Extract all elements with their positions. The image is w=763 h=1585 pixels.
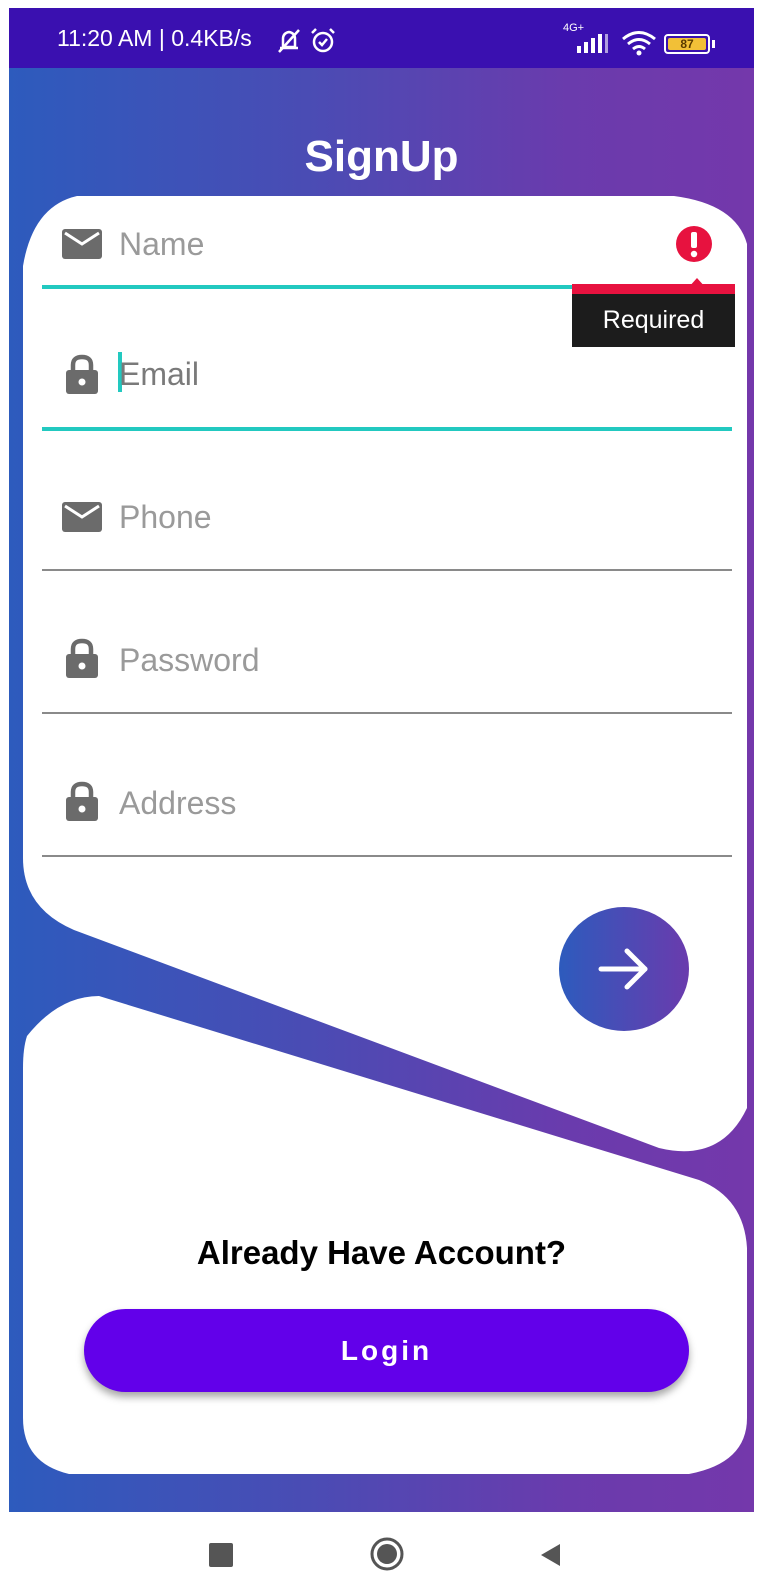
already-have-account-text: Already Have Account?	[196, 1234, 567, 1271]
email-underline	[42, 427, 732, 431]
lock-icon	[66, 781, 98, 821]
address-field[interactable]: Address	[42, 781, 732, 861]
back-icon[interactable]	[538, 1542, 564, 1568]
battery-level: 87	[680, 37, 694, 51]
home-icon[interactable]	[369, 1536, 405, 1572]
arrow-right-icon	[598, 948, 648, 990]
phone-underline	[42, 569, 732, 571]
login-button-label: Login	[340, 1335, 433, 1366]
recents-icon[interactable]	[209, 1543, 233, 1567]
signal-icon	[577, 34, 608, 53]
status-bar: 11:20 AM | 0.4KB/s 4G+ 87	[9, 8, 754, 68]
muted-bell-icon	[278, 29, 300, 53]
mail-icon	[62, 502, 102, 532]
signup-screen: 11:20 AM | 0.4KB/s 4G+ 87 SignUp Name Re…	[0, 0, 763, 1585]
mail-icon	[62, 229, 102, 259]
password-field[interactable]: Password	[42, 638, 732, 718]
password-underline	[42, 712, 732, 714]
tooltip-accent	[572, 284, 735, 294]
battery-icon: 87	[664, 34, 710, 54]
phone-field[interactable]: Phone	[42, 495, 732, 575]
email-placeholder: Email	[119, 356, 200, 392]
signup-submit-button[interactable]	[559, 907, 689, 1031]
wifi-icon	[622, 31, 656, 56]
lock-icon	[66, 354, 98, 394]
password-placeholder: Password	[119, 642, 260, 678]
status-time: 11:20 AM | 0.4KB/s	[57, 25, 252, 51]
phone-placeholder: Phone	[119, 499, 212, 535]
name-placeholder: Name	[119, 226, 205, 262]
address-placeholder: Address	[119, 785, 237, 821]
navigation-bar	[0, 1512, 763, 1585]
error-icon	[676, 226, 712, 262]
login-button[interactable]: Login	[84, 1309, 689, 1392]
email-field[interactable]: Email	[42, 352, 732, 432]
alarm-icon	[311, 28, 335, 53]
error-tooltip: Required	[572, 294, 735, 347]
address-underline	[42, 855, 732, 857]
battery-tip	[712, 40, 715, 48]
name-field[interactable]: Name	[42, 220, 732, 290]
lock-icon	[66, 638, 98, 678]
